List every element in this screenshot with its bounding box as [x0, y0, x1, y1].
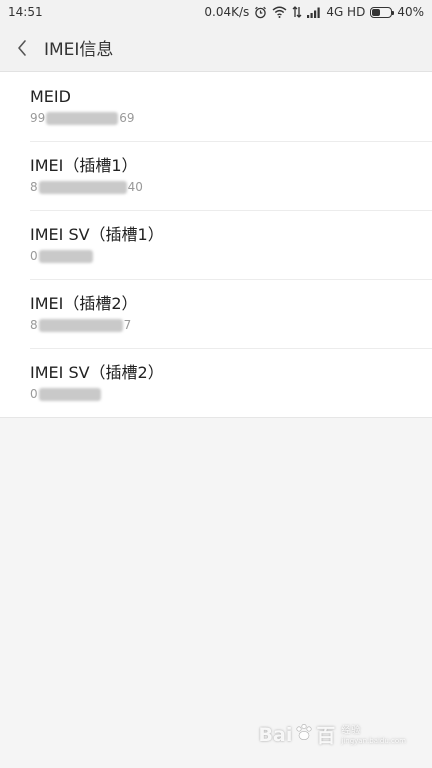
row-value: 8 40: [30, 180, 143, 194]
row-value: 87: [30, 318, 132, 332]
row-label: IMEI SV（插槽2）: [30, 363, 164, 382]
status-icons: 0.04K/s 4G HD 40%: [204, 5, 424, 19]
battery-fill: [372, 8, 380, 16]
data-arrows-icon: [292, 6, 302, 18]
status-bar: 14:51 0.04K/s 4G HD 40%: [0, 0, 432, 24]
row-label: MEID: [30, 87, 71, 106]
row-label: IMEI SV（插槽1）: [30, 225, 164, 244]
row-value: 0: [30, 248, 94, 264]
app-header: IMEI信息: [0, 24, 432, 72]
alarm-icon: [254, 6, 267, 19]
meid-row[interactable]: MEID 99 69: [0, 72, 432, 141]
status-time: 14:51: [8, 5, 43, 19]
watermark-brand: Bai: [258, 723, 293, 746]
watermark-sub: 经验 jingyan.baidu.com: [341, 726, 406, 745]
row-value: 0: [30, 386, 102, 402]
battery-percent: 40%: [397, 5, 424, 19]
imei-slot1-row[interactable]: IMEI（插槽1） 8 40: [0, 141, 432, 210]
imei-slot2-row[interactable]: IMEI（插槽2） 87: [0, 279, 432, 348]
back-button[interactable]: [0, 24, 44, 72]
watermark-brand-end: 百: [316, 725, 336, 747]
row-label: IMEI（插槽1）: [30, 156, 138, 175]
wifi-icon: [272, 6, 287, 18]
network-type: 4G HD: [326, 5, 366, 19]
imei-info-list: MEID 99 69 IMEI（插槽1） 8 40 IMEI SV（插槽1） 0 I…: [0, 72, 432, 418]
imei-sv-slot1-row[interactable]: IMEI SV（插槽1） 0: [0, 210, 432, 279]
paw-icon: [294, 722, 314, 747]
row-value: 99 69: [30, 111, 135, 125]
row-label: IMEI（插槽2）: [30, 294, 138, 313]
baidu-jingyan-watermark: Bai 百 经验 jingyan.baidu.com: [259, 721, 406, 748]
page-title: IMEI信息: [44, 40, 114, 60]
signal-icon: [307, 7, 321, 18]
battery-icon: [370, 6, 395, 18]
imei-sv-slot2-row[interactable]: IMEI SV（插槽2） 0: [0, 348, 432, 417]
chevron-left-icon: [18, 39, 26, 56]
net-speed: 0.04K/s: [204, 5, 250, 19]
